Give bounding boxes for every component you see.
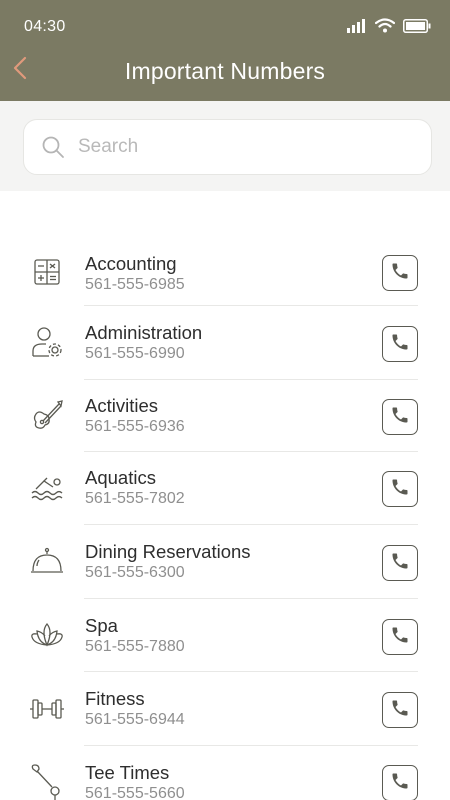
- contact-name: Tee Times: [85, 762, 170, 783]
- list-item[interactable]: Accounting 561-555-6985: [0, 232, 450, 306]
- call-button[interactable]: [382, 545, 418, 581]
- phone-icon: [390, 477, 410, 502]
- contact-phone: 561-555-6990: [85, 345, 185, 362]
- contact-phone: 561-555-5660: [85, 785, 185, 800]
- app-header: 04:30 Important Numbers: [0, 0, 450, 101]
- list-item[interactable]: Dining Reservations 561-555-6300: [0, 525, 450, 599]
- contact-name: Fitness: [85, 688, 145, 709]
- call-button[interactable]: [382, 692, 418, 728]
- list-item[interactable]: Tee Times 561-555-5660: [0, 746, 450, 800]
- contact-name: Administration: [85, 322, 203, 343]
- call-button[interactable]: [382, 326, 418, 362]
- contact-phone: 561-555-7802: [85, 490, 185, 507]
- status-time: 04:30: [24, 18, 66, 35]
- user-gear-icon: [28, 323, 66, 361]
- search-bar[interactable]: [23, 119, 432, 175]
- contact-phone: 561-555-6944: [85, 711, 185, 728]
- wifi-icon: [375, 18, 395, 33]
- golf-club-icon: [28, 763, 66, 800]
- status-icons: [347, 18, 431, 33]
- phone-icon: [390, 771, 410, 796]
- calculator-icon: [28, 253, 66, 291]
- phone-icon: [390, 405, 410, 430]
- list-item[interactable]: Fitness 561-555-6944: [0, 672, 450, 746]
- call-button[interactable]: [382, 255, 418, 291]
- contact-name: Dining Reservations: [85, 541, 251, 562]
- call-button[interactable]: [382, 471, 418, 507]
- phone-icon: [390, 698, 410, 723]
- phone-icon: [390, 261, 410, 286]
- contact-name: Activities: [85, 395, 158, 416]
- phone-icon: [390, 332, 410, 357]
- phone-icon: [390, 551, 410, 576]
- call-button[interactable]: [382, 765, 418, 800]
- battery-icon: [403, 18, 431, 33]
- contact-name: Accounting: [85, 253, 177, 274]
- list-item[interactable]: Spa 561-555-7880: [0, 599, 450, 673]
- signal-icon: [347, 18, 367, 33]
- call-button[interactable]: [382, 399, 418, 435]
- contact-phone: 561-555-6300: [85, 564, 185, 581]
- cloche-icon: [28, 543, 66, 581]
- swimmer-icon: [28, 469, 66, 507]
- lotus-icon: [28, 616, 66, 654]
- search-icon: [40, 134, 66, 160]
- list-item[interactable]: Aquatics 561-555-7802: [0, 452, 450, 526]
- contact-phone: 561-555-6985: [85, 276, 185, 293]
- search-input[interactable]: [78, 136, 398, 158]
- contact-phone: 561-555-6936: [85, 418, 185, 435]
- dumbbell-icon: [28, 690, 66, 728]
- guitar-icon: [28, 396, 66, 434]
- contact-phone: 561-555-7880: [85, 638, 185, 655]
- contact-name: Spa: [85, 615, 118, 636]
- phone-icon: [390, 625, 410, 650]
- list-item[interactable]: Activities 561-555-6936: [0, 379, 450, 453]
- contact-name: Aquatics: [85, 467, 156, 488]
- page-title: Important Numbers: [124, 58, 326, 84]
- call-button[interactable]: [382, 619, 418, 655]
- list-item[interactable]: Administration 561-555-6990: [0, 306, 450, 380]
